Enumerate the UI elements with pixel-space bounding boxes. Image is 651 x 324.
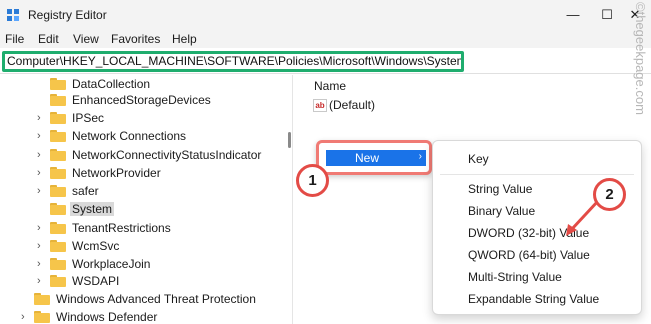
- registry-tree[interactable]: DataCollection EnhancedStorageDevices › …: [0, 75, 285, 324]
- chevron-right-icon[interactable]: ›: [37, 258, 47, 270]
- tree-item-wsdapi[interactable]: › WSDAPI: [0, 272, 285, 291]
- submenu-item-expandable-string-value[interactable]: Expandable String Value: [468, 292, 599, 306]
- submenu-item-dword-value[interactable]: DWORD (32-bit) Value: [468, 226, 589, 240]
- tree-item-label: IPSec: [72, 111, 105, 125]
- tree-item-safer[interactable]: › safer: [0, 182, 285, 201]
- chevron-right-icon[interactable]: ›: [37, 185, 47, 197]
- menu-item-new[interactable]: New ›: [326, 150, 426, 166]
- folder-icon: [50, 275, 66, 287]
- tree-item-label: NetworkProvider: [72, 166, 161, 180]
- callout-2: 2: [593, 178, 626, 211]
- tree-item-ipsec[interactable]: › IPSec: [0, 109, 285, 128]
- string-value-icon: ab: [313, 99, 327, 112]
- tree-item-label: WcmSvc: [72, 239, 120, 253]
- tree-item-label: TenantRestrictions: [72, 221, 171, 235]
- tree-item-system[interactable]: System: [0, 200, 285, 219]
- folder-icon: [34, 293, 50, 305]
- folder-icon: [34, 311, 50, 323]
- submenu-item-qword-value[interactable]: QWORD (64-bit) Value: [468, 248, 590, 262]
- menu-bar: File Edit View Favorites Help: [0, 30, 651, 48]
- tree-item-label: Windows Advanced Threat Protection: [56, 292, 256, 306]
- chevron-right-icon[interactable]: ›: [37, 240, 47, 252]
- window-title: Registry Editor: [28, 8, 107, 22]
- chevron-right-icon[interactable]: ›: [21, 311, 31, 323]
- tree-item-label: System: [70, 202, 115, 216]
- tree-scrollbar-thumb[interactable]: [288, 132, 291, 148]
- tree-item-label: EnhancedStorageDevices: [72, 93, 211, 107]
- tree-item-wcmsvc[interactable]: › WcmSvc: [0, 237, 285, 256]
- chevron-right-icon[interactable]: ›: [37, 167, 47, 179]
- value-name: (Default): [329, 98, 376, 112]
- folder-icon: [50, 222, 66, 234]
- callout-1: 1: [296, 164, 329, 197]
- menu-item-new-label: New: [354, 151, 379, 165]
- submenu-item-key[interactable]: Key: [468, 152, 489, 166]
- tree-item-label: WorkplaceJoin: [72, 257, 151, 271]
- tree-item-windows-defender[interactable]: › Windows Defender: [0, 308, 285, 324]
- maximize-button[interactable]: ☐: [592, 4, 622, 26]
- menu-file[interactable]: File: [5, 32, 24, 46]
- folder-icon: [50, 185, 66, 197]
- tree-item-label: safer: [72, 184, 99, 198]
- tree-item-network-connections[interactable]: › Network Connections: [0, 127, 285, 146]
- folder-icon: [50, 78, 66, 90]
- folder-icon: [50, 258, 66, 270]
- tree-item-enhancedstoragedevices[interactable]: EnhancedStorageDevices: [0, 91, 285, 110]
- folder-icon: [50, 167, 66, 179]
- tree-item-label: Network Connections: [72, 129, 187, 143]
- address-input[interactable]: Computer\HKEY_LOCAL_MACHINE\SOFTWARE\Pol…: [2, 51, 464, 72]
- menu-edit[interactable]: Edit: [38, 32, 59, 46]
- menu-view[interactable]: View: [73, 32, 99, 46]
- folder-icon: [50, 130, 66, 142]
- tree-item-networkconnectivitystatusindicator[interactable]: › NetworkConnectivityStatusIndicator: [0, 146, 285, 165]
- tree-item-label: DataCollection: [72, 77, 151, 91]
- chevron-right-icon[interactable]: ›: [37, 130, 47, 142]
- watermark: ©thegeekpage.com: [633, 2, 648, 115]
- pane-divider: [292, 75, 293, 324]
- tree-item-networkprovider[interactable]: › NetworkProvider: [0, 164, 285, 183]
- registry-editor-icon: [7, 9, 19, 21]
- tree-item-label: Windows Defender: [56, 310, 158, 324]
- menu-help[interactable]: Help: [172, 32, 197, 46]
- folder-icon: [50, 94, 66, 106]
- chevron-right-icon[interactable]: ›: [37, 112, 47, 124]
- pane-splitter[interactable]: [285, 75, 295, 324]
- tree-item-label: WSDAPI: [72, 274, 120, 288]
- chevron-right-icon[interactable]: ›: [37, 275, 47, 287]
- submenu-item-multi-string-value[interactable]: Multi-String Value: [468, 270, 562, 284]
- folder-icon: [50, 149, 66, 161]
- menu-favorites[interactable]: Favorites: [111, 32, 160, 46]
- submenu-item-string-value[interactable]: String Value: [468, 182, 532, 196]
- tree-item-label: NetworkConnectivityStatusIndicator: [72, 148, 262, 162]
- title-bar: Registry Editor — ☐ ✕: [0, 0, 651, 30]
- name-column-header[interactable]: Name: [314, 79, 346, 93]
- chevron-right-icon: ›: [418, 151, 422, 162]
- submenu-item-binary-value[interactable]: Binary Value: [468, 204, 535, 218]
- folder-icon: [50, 203, 66, 215]
- address-bar: Computer\HKEY_LOCAL_MACHINE\SOFTWARE\Pol…: [0, 48, 651, 74]
- chevron-right-icon[interactable]: ›: [37, 222, 47, 234]
- tree-item-windows-advanced-threat-protection[interactable]: Windows Advanced Threat Protection: [0, 290, 285, 309]
- folder-icon: [50, 240, 66, 252]
- submenu-separator: [440, 174, 634, 175]
- chevron-right-icon[interactable]: ›: [37, 149, 47, 161]
- minimize-button[interactable]: —: [558, 4, 588, 26]
- folder-icon: [50, 112, 66, 124]
- tree-item-tenantrestrictions[interactable]: › TenantRestrictions: [0, 219, 285, 238]
